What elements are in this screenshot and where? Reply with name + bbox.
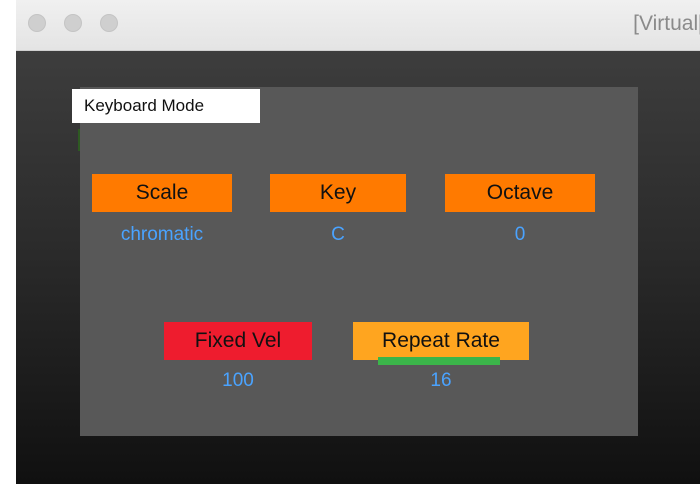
repeat-rate-value[interactable]: 16 (353, 369, 529, 393)
keyboard-mode-panel: Keyboard Mode Scale chromatic Key C Octa… (72, 87, 638, 436)
edge-marker (78, 129, 80, 151)
patch-canvas: Keyboard Mode Scale chromatic Key C Octa… (16, 51, 700, 484)
window-title: [Virtual[ (633, 12, 700, 35)
fixed-vel-button[interactable]: Fixed Vel (164, 322, 312, 360)
key-button[interactable]: Key (270, 174, 406, 212)
app-window: [Virtual[ Keyboard Mode Scale chromatic … (16, 0, 700, 484)
repeat-rate-slider[interactable] (378, 357, 500, 365)
octave-button[interactable]: Octave (445, 174, 595, 212)
octave-value[interactable]: 0 (445, 223, 595, 247)
zoom-window-icon[interactable] (100, 14, 118, 32)
mode-label: Keyboard Mode (72, 89, 260, 123)
scale-value[interactable]: chromatic (92, 223, 232, 247)
fixed-vel-value[interactable]: 100 (164, 369, 312, 393)
close-window-icon[interactable] (28, 14, 46, 32)
key-value[interactable]: C (270, 223, 406, 247)
scale-button[interactable]: Scale (92, 174, 232, 212)
minimize-window-icon[interactable] (64, 14, 82, 32)
repeat-rate-button[interactable]: Repeat Rate (353, 322, 529, 360)
title-bar[interactable]: [Virtual[ (16, 0, 700, 51)
